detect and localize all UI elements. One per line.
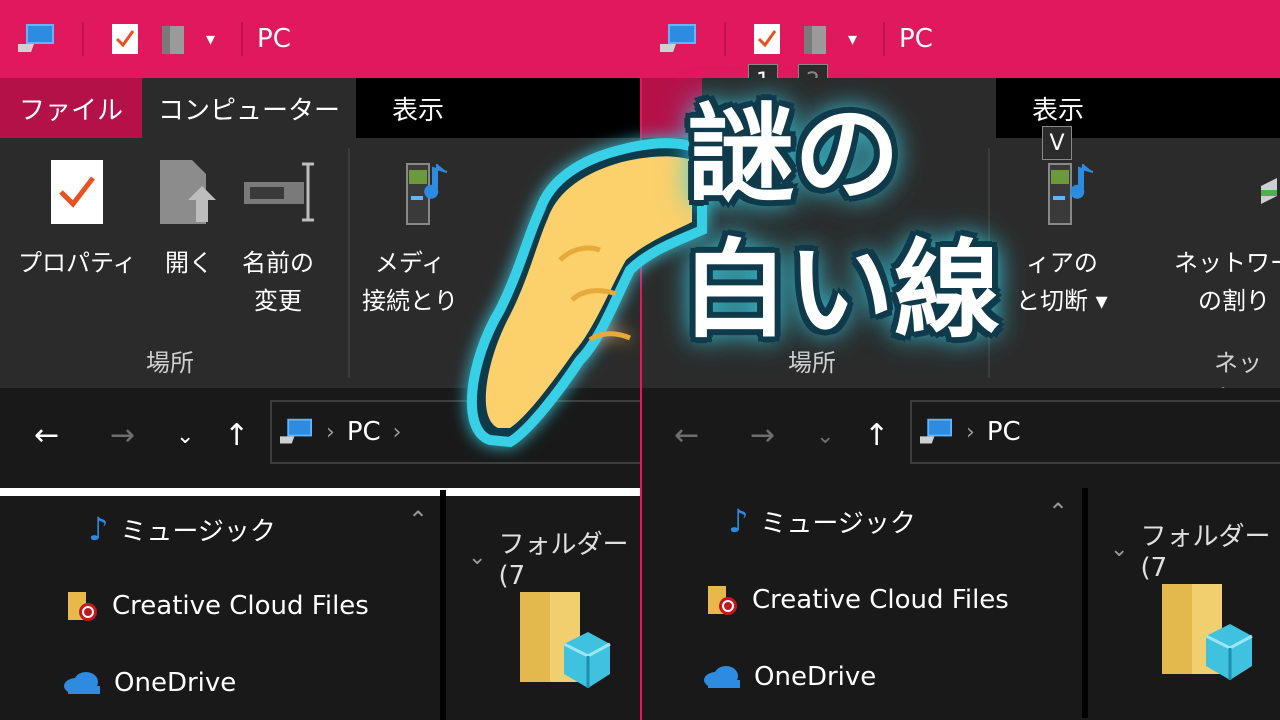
nav-item-creative-cloud[interactable]: Creative Cloud Files [706,582,1009,618]
pc-icon [920,417,954,447]
content-area: ⌄ フォルダー (7 [1088,488,1280,720]
up-button[interactable]: ↑ [224,418,249,453]
tab-view[interactable]: 表示 [996,78,1280,138]
keytip-v: V [1042,126,1072,160]
creative-cloud-folder-icon [66,588,100,624]
media-label-2: と切断 [1016,287,1088,315]
title-separator [241,22,244,56]
folder-quick-icon[interactable] [160,22,186,56]
scroll-up-icon[interactable]: ⌃ [408,506,428,534]
title-separator [724,22,726,56]
content-area: ⌄ フォルダー (7 [446,496,640,720]
collapse-chevron-icon: ⌄ [1110,537,1129,562]
open-button[interactable]: 開く [156,156,222,282]
folders-group-header[interactable]: ⌄ フォルダー (7 [468,524,640,591]
title-bar: 1 2 ▾ PC [642,0,1280,98]
properties-icon [47,156,107,232]
onedrive-cloud-icon [702,664,742,690]
forward-button[interactable]: → [750,418,775,453]
customize-dropdown-icon[interactable]: ▾ [206,29,215,50]
pc-icon [18,22,56,56]
window-title: PC [257,24,291,54]
navigation-pane: ♪ ミュージック ⌃ Creative Cloud Files OneDrive [642,488,1082,720]
3d-objects-folder-icon[interactable] [516,588,612,702]
network-label-1: ネットワー [1174,249,1280,277]
navigation-pane: ♪ ミュージック ⌃ Creative Cloud Files OneDrive [0,496,440,720]
recent-locations-chevron-icon[interactable]: ⌄ [816,424,834,449]
nav-item-creative-cloud[interactable]: Creative Cloud Files [66,588,369,624]
music-note-icon: ♪ [728,502,749,540]
rename-icon [240,156,316,232]
breadcrumb-pc[interactable]: PC [987,417,1021,447]
forward-button[interactable]: → [110,418,135,453]
media-label-1: メディ [374,249,446,277]
navigation-bar: ← → ⌄ ↑ › PC [642,388,1280,488]
mystery-white-line [0,488,640,496]
folders-group-header[interactable]: ⌄ フォルダー (7 [1110,516,1280,583]
nav-item-onedrive[interactable]: OneDrive [62,668,236,698]
onedrive-cloud-icon [62,670,102,696]
breadcrumb-chevron-icon[interactable]: › [966,420,975,445]
properties-quick-icon[interactable]: 1 [748,22,782,98]
caption-line-1: 謎の [688,93,900,216]
address-bar[interactable]: › PC [910,400,1280,464]
scroll-up-icon[interactable]: ⌃ [1048,498,1068,526]
media-server-icon [1019,156,1105,232]
creative-cloud-folder-icon [706,582,740,618]
pc-icon [660,22,698,56]
tab-computer[interactable]: コンピューター [142,78,356,138]
rename-button[interactable]: 名前の 変更 [240,156,316,320]
caption-line-2: 白い線 [682,229,1000,352]
breadcrumb-chevron-icon[interactable]: › [326,420,335,445]
up-button[interactable]: ↑ [864,418,889,453]
title-separator [883,22,886,56]
recent-locations-chevron-icon[interactable]: ⌄ [176,424,194,449]
rename-label-2: 変更 [254,287,302,315]
breadcrumb-pc[interactable]: PC [347,417,381,447]
customize-dropdown-icon[interactable]: ▾ [848,29,857,50]
nav-item-music[interactable]: ♪ ミュージック [728,502,916,540]
folder-quick-icon[interactable]: 2 [798,22,828,98]
title-bar: ▾ PC [0,0,640,78]
pc-icon [280,417,314,447]
network-drive-button[interactable]: ネットワーの割り [1174,156,1280,320]
network-label-2: の割り [1198,287,1270,315]
rename-label-1: 名前の [242,249,314,277]
back-button[interactable]: ← [34,418,59,453]
nav-item-music[interactable]: ♪ ミュージック [88,510,276,548]
tab-file[interactable]: ファイル [0,78,142,138]
properties-button[interactable]: プロパティ [18,156,137,282]
pointing-hand-icon [466,138,707,448]
network-drive-icon [1191,156,1277,232]
open-icon [156,156,222,232]
breadcrumb-chevron-icon[interactable]: › [393,420,402,445]
media-server-button[interactable]: ィアの と切断 ▾ [1016,156,1108,320]
nav-item-onedrive[interactable]: OneDrive [702,662,876,692]
music-note-icon: ♪ [88,510,109,548]
properties-quick-icon[interactable] [110,22,140,56]
media-label-1: ィアの [1025,249,1098,277]
group-label-location: 場所 [146,349,194,377]
collapse-chevron-icon: ⌄ [468,545,487,570]
title-separator [82,22,84,56]
group-separator [348,148,350,378]
window-title: PC [899,24,933,54]
3d-objects-folder-icon[interactable] [1158,580,1254,694]
